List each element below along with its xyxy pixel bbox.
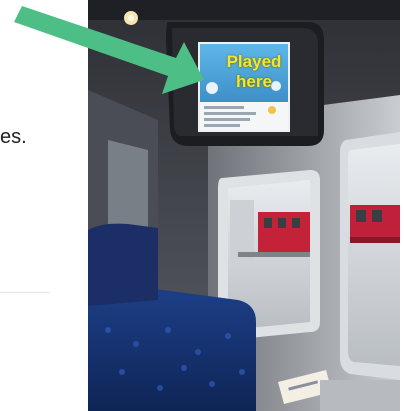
slide-canvas: es. Played here [0,0,404,411]
green-arrow-icon [14,6,204,94]
